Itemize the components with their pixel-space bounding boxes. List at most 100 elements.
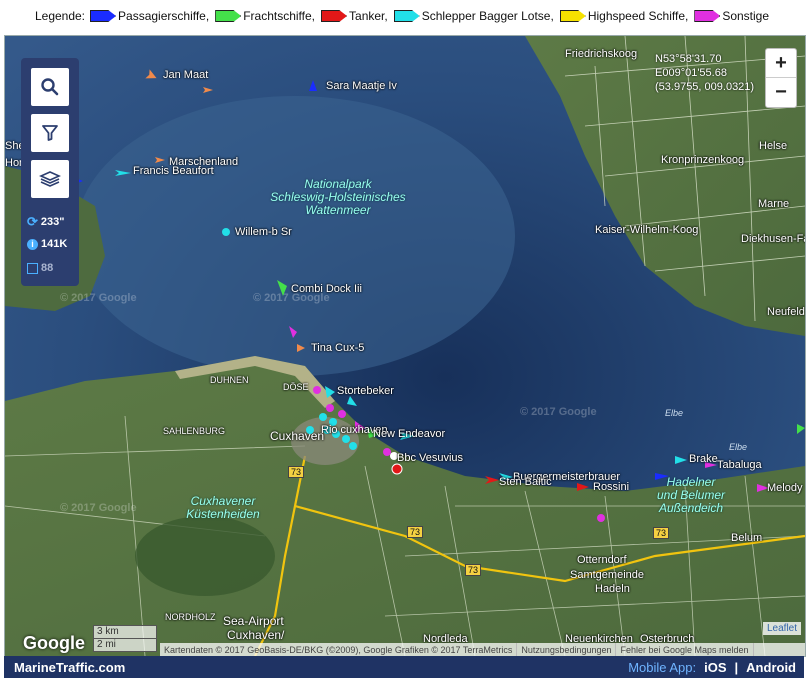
info-stat[interactable]: i 141K <box>27 238 67 250</box>
ship-label[interactable]: Jan Maat <box>163 69 208 81</box>
legend-item-other: Sonstige <box>692 9 769 23</box>
tug-ship-icon <box>393 10 420 22</box>
ship-marker[interactable] <box>277 280 287 296</box>
legend-item-tanker: Tanker, <box>319 9 388 23</box>
ship-marker[interactable] <box>115 170 131 176</box>
ship-marker[interactable] <box>349 442 357 450</box>
coordinate-readout: N53°58'31.70 E009°01'55.68 (53.9755, 009… <box>655 52 754 94</box>
legend-item-tug: Schlepper Bagger Lotse, <box>392 9 554 23</box>
refresh-value: 233" <box>40 216 65 228</box>
ship-label[interactable]: New Endeavor <box>373 428 445 440</box>
ship-label[interactable]: Combi Dock Iii <box>291 283 362 295</box>
ship-marker[interactable] <box>306 426 314 434</box>
legend-label: Tanker, <box>349 9 388 23</box>
tanker-ship-icon <box>321 10 348 22</box>
mobile-app-label: Mobile App: <box>628 659 697 675</box>
ship-marker[interactable] <box>326 404 334 412</box>
legend-item-passenger: Passagierschiffe, <box>88 9 209 23</box>
scale-km: 3 km <box>93 625 157 639</box>
info-value: 141K <box>41 238 68 250</box>
ship-marker[interactable] <box>145 69 158 82</box>
refresh-stat[interactable]: ⟳ 233" <box>27 214 64 230</box>
box-stat[interactable]: 88 <box>27 262 53 274</box>
legend-label: Schlepper Bagger Lotse, <box>421 9 554 23</box>
map-control-panel: ⟳ 233" i 141K 88 <box>21 58 79 286</box>
layers-button[interactable] <box>31 160 69 198</box>
ship-marker[interactable] <box>289 326 297 338</box>
attribution-text: Kartendaten © 2017 GeoBasis-DE/BKG (©200… <box>160 643 518 656</box>
search-button[interactable] <box>31 68 69 106</box>
scale-mi: 2 mi <box>93 639 157 652</box>
ship-label[interactable]: Willem-b Sr <box>235 226 292 238</box>
box-value: 88 <box>41 262 54 274</box>
highspeed-ship-icon <box>559 10 586 22</box>
legend-prefix: Legende: <box>34 9 86 23</box>
coord-decimal: (53.9755, 009.0321) <box>655 81 755 93</box>
legend-item-cargo: Frachtschiffe, <box>213 9 315 23</box>
ship-marker[interactable] <box>391 463 403 475</box>
google-logo[interactable]: Google <box>23 633 85 654</box>
search-icon <box>41 78 59 96</box>
zoom-out-button[interactable]: − <box>766 78 796 106</box>
ship-markers-layer <box>75 69 805 522</box>
ship-marker[interactable] <box>222 228 230 236</box>
ship-marker[interactable] <box>577 483 589 491</box>
ship-marker[interactable] <box>342 435 350 443</box>
footer-bar: MarineTraffic.com Mobile App: iOS | Andr… <box>4 656 804 678</box>
map-canvas[interactable]: © 2017 Google © 2017 Google © 2017 Googl… <box>4 35 806 657</box>
ship-marker[interactable] <box>203 87 213 93</box>
ship-label[interactable]: Melody <box>767 482 802 494</box>
footer-separator: | <box>734 659 739 675</box>
ship-marker[interactable] <box>309 80 317 91</box>
map-scale: 3 km 2 mi <box>93 625 157 652</box>
ship-label[interactable]: Brake <box>689 453 718 465</box>
legend-item-highspeed: Highspeed Schiffe, <box>558 9 689 23</box>
ship-label[interactable]: Tina Cux-5 <box>311 342 364 354</box>
ship-label[interactable]: Sara Maatje Iv <box>326 80 397 92</box>
box-icon <box>27 262 38 274</box>
ship-label[interactable]: Stortebeker <box>337 385 394 397</box>
ship-marker[interactable] <box>325 386 335 398</box>
ship-marker[interactable] <box>655 473 669 480</box>
report-error-link[interactable]: Fehler bei Google Maps melden <box>616 643 754 656</box>
info-icon: i <box>27 238 38 250</box>
ios-link[interactable]: iOS <box>704 660 726 675</box>
ship-marker[interactable] <box>297 344 305 352</box>
legend-label: Highspeed Schiffe, <box>587 9 689 23</box>
ship-label[interactable]: Tabaluga <box>717 459 762 471</box>
ship-marker[interactable] <box>675 456 687 464</box>
filter-button[interactable] <box>31 114 69 152</box>
layers-icon <box>39 171 61 187</box>
ship-marker[interactable] <box>155 157 165 163</box>
brand-link[interactable]: MarineTraffic.com <box>14 660 628 675</box>
ship-marker[interactable] <box>797 424 805 434</box>
ship-label[interactable]: Francis Beaufort <box>133 165 214 177</box>
ship-marker[interactable] <box>597 514 605 522</box>
legend-label: Frachtschiffe, <box>243 9 316 23</box>
refresh-icon: ⟳ <box>27 214 38 229</box>
legend-bar: Legende: Passagierschiffe, Frachtschiffe… <box>0 0 808 32</box>
ship-marker[interactable] <box>338 410 346 418</box>
ship-marker[interactable] <box>485 476 499 484</box>
map-attribution: Kartendaten © 2017 GeoBasis-DE/BKG (©200… <box>160 643 805 656</box>
other-ship-icon <box>694 10 721 22</box>
coord-lat: N53°58'31.70 <box>655 53 722 65</box>
zoom-in-button[interactable]: + <box>766 49 796 78</box>
filter-icon <box>42 125 58 141</box>
terms-link[interactable]: Nutzungsbedingungen <box>517 643 617 656</box>
zoom-control: + − <box>765 48 797 108</box>
ship-marker[interactable] <box>319 413 327 421</box>
passenger-ship-icon <box>90 10 117 22</box>
legend-label: Passagierschiffe, <box>118 9 210 23</box>
ship-marker[interactable] <box>313 386 321 394</box>
ship-label[interactable]: Rossini <box>593 481 629 493</box>
ship-label[interactable]: Sten Baltic <box>499 476 552 488</box>
ship-label[interactable]: Bbc Vesuvius <box>397 452 463 464</box>
android-link[interactable]: Android <box>746 660 796 675</box>
ship-marker[interactable] <box>383 448 391 456</box>
cargo-ship-icon <box>215 10 242 22</box>
legend-label: Sonstige <box>722 9 770 23</box>
coord-lon: E009°01'55.68 <box>655 67 727 79</box>
ship-marker[interactable] <box>347 396 357 406</box>
leaflet-link[interactable]: Leaflet <box>763 622 802 635</box>
